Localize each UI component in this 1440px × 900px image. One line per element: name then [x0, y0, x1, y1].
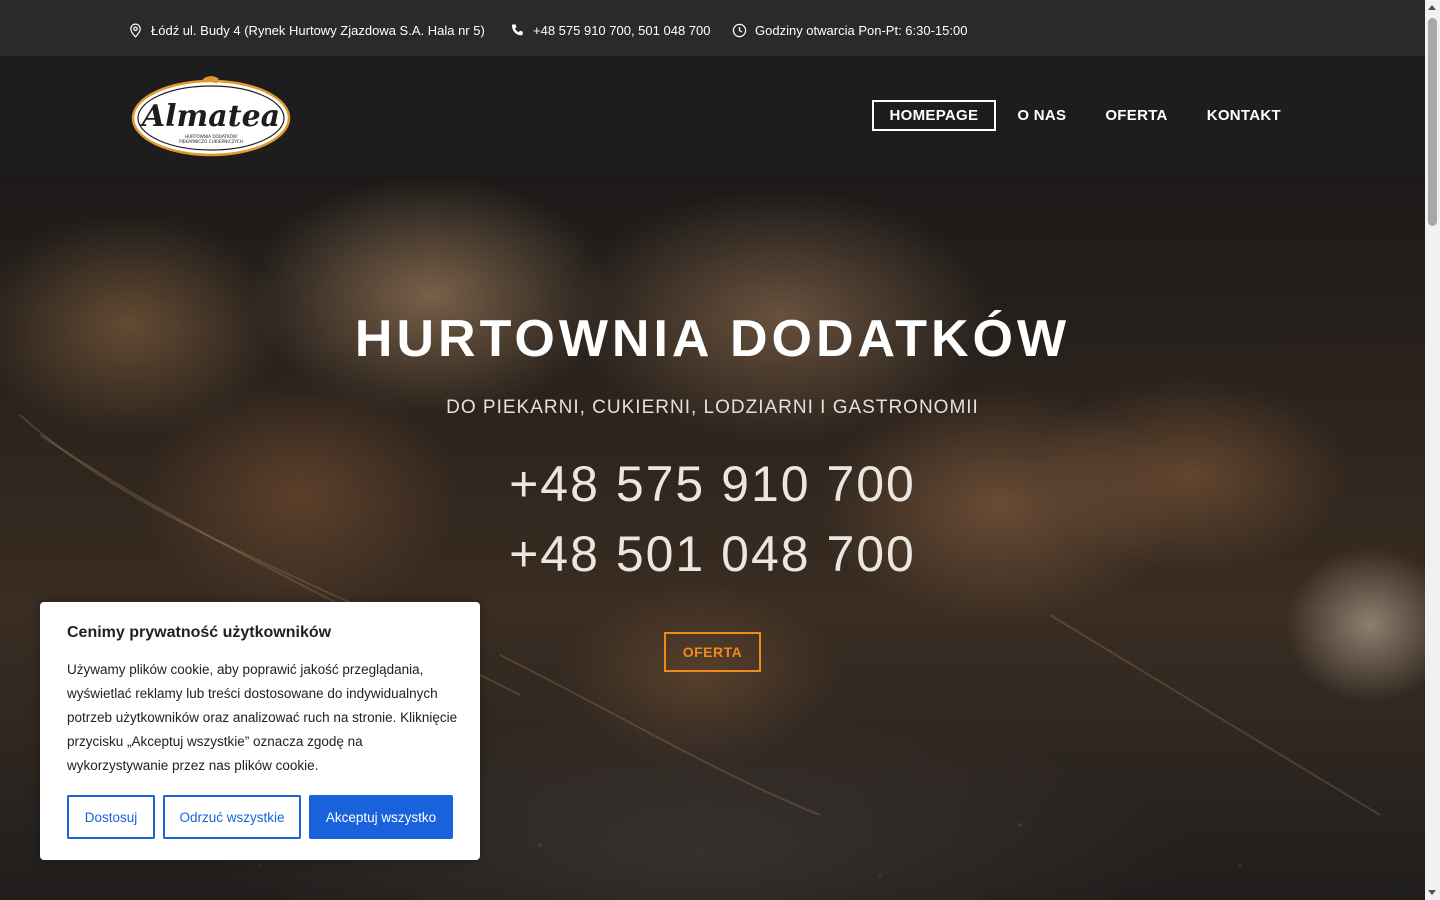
location-pin-icon [130, 23, 141, 38]
reject-all-button[interactable]: Odrzuć wszystkie [163, 795, 301, 839]
site-logo[interactable]: Almatea HURTOWNIA DODATKÓW PIEKARNICZO C… [131, 72, 291, 158]
hero-phone-2[interactable]: +48 501 048 700 [0, 525, 1425, 583]
hours-info: Godziny otwarcia Pon-Pt: 6:30-15:00 [732, 0, 967, 60]
hero-phone-1[interactable]: +48 575 910 700 [0, 455, 1425, 513]
address-text: Łódź ul. Budy 4 (Rynek Hurtowy Zjazdowa … [151, 22, 485, 38]
clock-icon [732, 23, 747, 37]
scrollbar-thumb[interactable] [1428, 18, 1437, 226]
phone-text[interactable]: +48 575 910 700, 501 048 700 [533, 23, 710, 38]
accept-all-button[interactable]: Akceptuj wszystko [309, 795, 453, 839]
customize-button[interactable]: Dostosuj [67, 795, 155, 839]
page-scrollbar[interactable] [1425, 0, 1440, 900]
cookie-title: Cenimy prywatność użytkowników [67, 624, 332, 641]
main-nav: HOMEPAGE O NAS OFERTA KONTAKT [869, 100, 1299, 131]
svg-text:Almatea: Almatea [139, 99, 280, 134]
nav-item-kontakt[interactable]: KONTAKT [1189, 100, 1299, 131]
hero-title: HURTOWNIA DODATKÓW [354, 310, 1071, 368]
svg-text:PIEKARNICZO CUKIERNICZYCH: PIEKARNICZO CUKIERNICZYCH [179, 139, 243, 144]
phone-info[interactable]: +48 575 910 700, 501 048 700 [510, 0, 710, 60]
nav-item-o-nas[interactable]: O NAS [999, 100, 1084, 131]
address-info: Łódź ul. Budy 4 (Rynek Hurtowy Zjazdowa … [128, 0, 485, 60]
phone-icon [511, 23, 523, 35]
hero-subtitle: DO PIEKARNI, CUKIERNI, LODZIARNI I GASTR… [446, 397, 979, 418]
hours-text: Godziny otwarcia Pon-Pt: 6:30-15:00 [755, 22, 968, 38]
scroll-up-arrow-icon[interactable] [1428, 5, 1436, 10]
nav-item-homepage[interactable]: HOMEPAGE [871, 100, 997, 131]
cookie-text: Używamy plików cookie, aby poprawić jako… [67, 662, 458, 773]
nav-item-oferta[interactable]: OFERTA [1087, 100, 1185, 131]
cookie-consent-banner: Cenimy prywatność użytkowników Używamy p… [40, 602, 480, 860]
site-header: Almatea HURTOWNIA DODATKÓW PIEKARNICZO C… [0, 56, 1425, 175]
top-info-bar: Łódź ul. Budy 4 (Rynek Hurtowy Zjazdowa … [0, 0, 1425, 56]
scroll-down-arrow-icon[interactable] [1428, 890, 1436, 895]
oferta-button[interactable]: OFERTA [664, 632, 761, 672]
